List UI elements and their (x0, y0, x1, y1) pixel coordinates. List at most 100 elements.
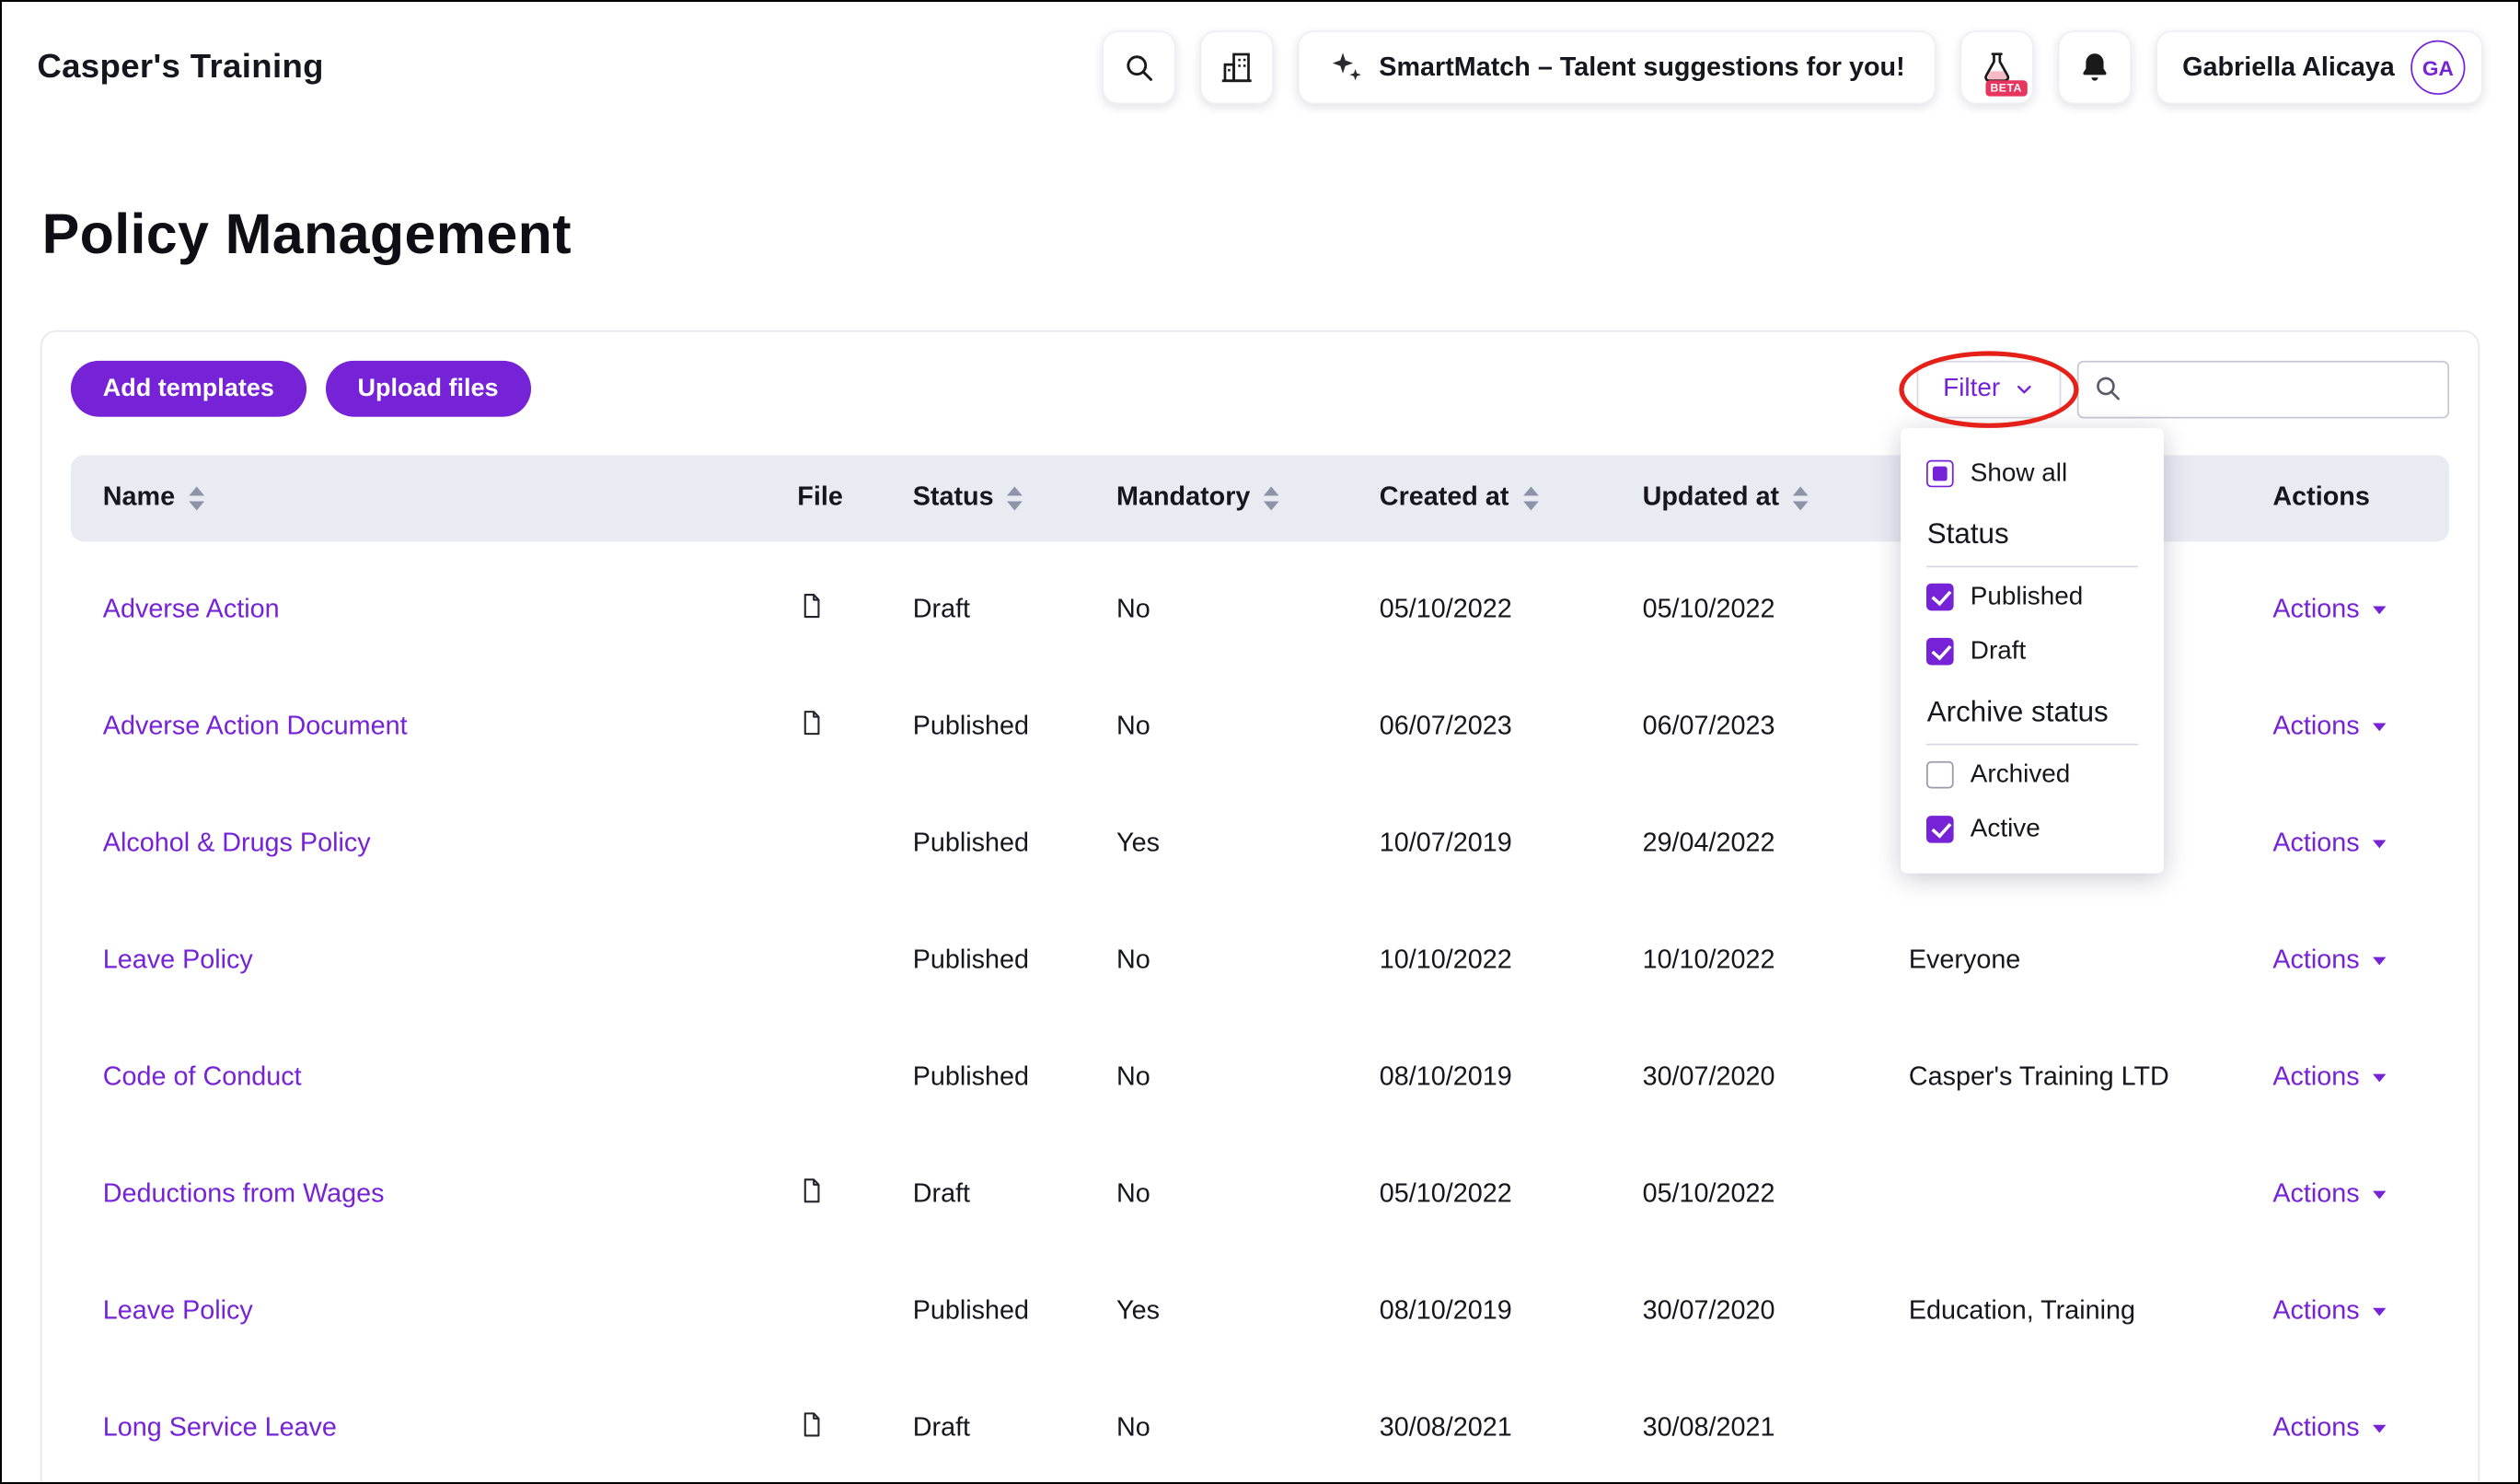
table-row: Long Service Leave Draft No 30/08/2021 3… (71, 1370, 2449, 1484)
sort-icon[interactable] (1521, 485, 1539, 511)
upload-files-button[interactable]: Upload files (326, 361, 531, 417)
filter-option-show-all[interactable]: Show all (1902, 446, 2165, 501)
filter-option-label: Archived (1971, 760, 2070, 789)
filter-option-published[interactable]: Published (1902, 570, 2165, 624)
checkbox-checked[interactable] (1927, 638, 1955, 666)
checkbox-checked[interactable] (1927, 817, 1955, 844)
column-label: Name (103, 483, 175, 514)
actions-label: Actions (2272, 594, 2359, 624)
status-cell: Published (881, 1062, 1084, 1093)
created-at-cell: 08/10/2019 (1347, 1062, 1611, 1093)
add-templates-button[interactable]: Add templates (71, 361, 306, 417)
sort-icon[interactable] (1792, 485, 1809, 511)
column-header-created-at[interactable]: Created at (1347, 483, 1611, 514)
user-name: Gabriella Alicaya (2182, 52, 2395, 83)
updated-at-cell: 06/07/2023 (1611, 712, 1877, 742)
file-icon (797, 1176, 826, 1204)
caret-down-icon (2371, 1186, 2388, 1203)
column-header-name[interactable]: Name (71, 483, 766, 514)
updated-at-cell: 10/10/2022 (1611, 945, 1877, 976)
column-header-updated-at[interactable]: Updated at (1611, 483, 1877, 514)
actions-button[interactable]: Actions (2272, 594, 2388, 624)
status-cell: Draft (881, 1413, 1084, 1443)
topbar: Casper's Training (2, 2, 2518, 133)
topbar-actions: SmartMatch – Talent suggestions for you!… (1102, 30, 2483, 104)
sort-icon[interactable] (188, 485, 205, 511)
caret-down-icon (2371, 1069, 2388, 1086)
actions-button[interactable]: Actions (2272, 1179, 2388, 1210)
column-header-actions: Actions (2214, 483, 2449, 514)
sort-icon[interactable] (1007, 485, 1024, 511)
table-row: Deductions from Wages Draft No 05/10/202… (71, 1136, 2449, 1253)
table-search-input[interactable] (2077, 360, 2449, 418)
updated-at-cell: 05/10/2022 (1611, 594, 1877, 624)
policy-name-link[interactable]: Leave Policy (103, 945, 253, 974)
actions-button[interactable]: Actions (2272, 829, 2388, 859)
table-row: Code of Conduct Published No 08/10/2019 … (71, 1019, 2449, 1136)
filter-section-heading: Archive status (1927, 695, 2139, 745)
show-all-checkbox[interactable] (1927, 460, 1955, 488)
updated-at-cell: 05/10/2022 (1611, 1179, 1877, 1210)
actions-label: Actions (2272, 1296, 2359, 1327)
mandatory-cell: No (1084, 945, 1347, 976)
policy-name-link[interactable]: Deductions from Wages (103, 1179, 385, 1208)
actions-button[interactable]: Actions (2272, 1062, 2388, 1093)
toolbar: Add templates Upload files Filter (71, 360, 2449, 418)
mandatory-cell: No (1084, 1179, 1347, 1210)
actions-button[interactable]: Actions (2272, 945, 2388, 976)
labs-button[interactable]: BETA (1959, 30, 2033, 104)
actions-label: Actions (2272, 1179, 2359, 1210)
status-cell: Published (881, 1296, 1084, 1327)
actions-label: Actions (2272, 712, 2359, 742)
policy-name-link[interactable]: Adverse Action Document (103, 712, 408, 740)
building-icon (1219, 50, 1254, 85)
global-search-button[interactable] (1102, 30, 1175, 104)
caret-down-icon (2371, 717, 2388, 735)
app-title: Casper's Training (37, 48, 324, 87)
column-label: Status (913, 483, 994, 514)
actions-label: Actions (2272, 1062, 2359, 1093)
column-header-mandatory[interactable]: Mandatory (1084, 483, 1347, 514)
policy-name-link[interactable]: Code of Conduct (103, 1062, 302, 1091)
created-at-cell: 05/10/2022 (1347, 1179, 1611, 1210)
mandatory-cell: No (1084, 1062, 1347, 1093)
file-icon (797, 591, 826, 620)
table-row: Leave Policy Published Yes 08/10/2019 30… (71, 1253, 2449, 1370)
filter-option-label: Show all (1971, 459, 2067, 488)
mandatory-cell: Yes (1084, 829, 1347, 859)
file-icon (797, 1409, 826, 1438)
caret-down-icon (2371, 1420, 2388, 1437)
filter-button[interactable]: Filter (1917, 360, 2061, 418)
filter-label: Filter (1943, 375, 2000, 403)
smartmatch-button[interactable]: SmartMatch – Talent suggestions for you! (1297, 30, 1935, 104)
status-cell: Published (881, 712, 1084, 742)
actions-button[interactable]: Actions (2272, 712, 2388, 742)
updated-at-cell: 30/07/2020 (1611, 1296, 1877, 1327)
organisation-button[interactable] (1199, 30, 1273, 104)
filter-wrap: Filter Show all StatusPublishedDraftArch… (1917, 360, 2061, 418)
policy-name-link[interactable]: Leave Policy (103, 1296, 253, 1325)
actions-button[interactable]: Actions (2272, 1296, 2388, 1327)
user-menu[interactable]: Gabriella Alicaya GA (2155, 30, 2482, 104)
filter-option-label: Published (1971, 583, 2083, 611)
created-at-cell: 06/07/2023 (1347, 712, 1611, 742)
checkbox-checked[interactable] (1927, 584, 1955, 611)
policy-name-link[interactable]: Long Service Leave (103, 1413, 337, 1442)
filter-option-label: Active (1971, 816, 2040, 844)
column-header-status[interactable]: Status (881, 483, 1084, 514)
updated-at-cell: 30/08/2021 (1611, 1413, 1877, 1443)
filter-option-active[interactable]: Active (1902, 803, 2165, 857)
policy-name-link[interactable]: Adverse Action (103, 594, 280, 622)
policy-name-link[interactable]: Alcohol & Drugs Policy (103, 829, 371, 857)
filter-option-draft[interactable]: Draft (1902, 625, 2165, 679)
created-at-cell: 10/07/2019 (1347, 829, 1611, 859)
notifications-button[interactable] (2057, 30, 2131, 104)
actions-button[interactable]: Actions (2272, 1413, 2388, 1443)
sort-icon[interactable] (1263, 485, 1280, 511)
mandatory-cell: No (1084, 594, 1347, 624)
updated-at-cell: 30/07/2020 (1611, 1062, 1877, 1093)
filter-menu: Show all StatusPublishedDraftArchive sta… (1902, 427, 2165, 873)
filter-option-archived[interactable]: Archived (1902, 748, 2165, 803)
checkbox-unchecked[interactable] (1927, 761, 1955, 789)
table-search (2077, 360, 2449, 418)
